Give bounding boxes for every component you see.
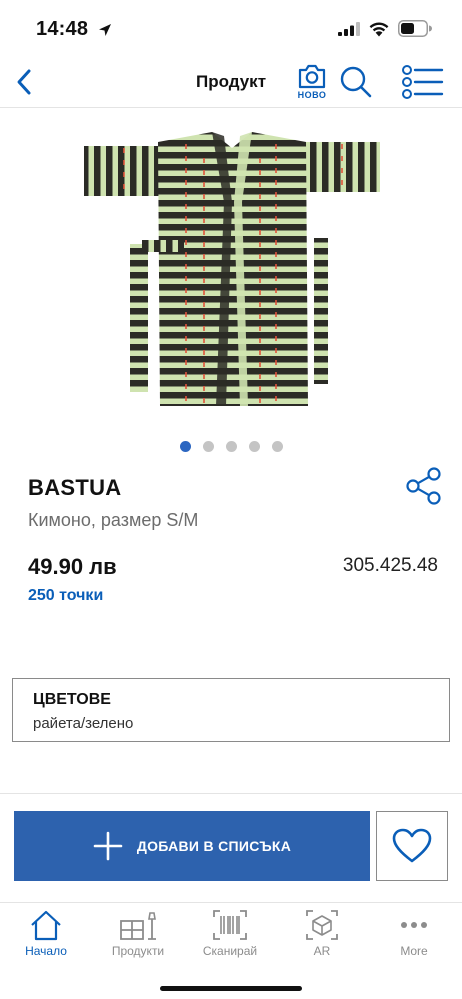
tab-bar: Начало Продукти Сканирай AR More [0,902,462,999]
new-badge: НОВО [297,90,327,100]
add-to-list-button[interactable]: ДОБАВИ В СПИСЪКА [14,811,370,881]
nav-bar: Продукт НОВО [0,56,462,108]
tab-home[interactable]: Начало [0,903,92,967]
more-icon [401,922,427,928]
carousel-dot-4[interactable] [248,441,260,452]
carousel-dot-2[interactable] [202,441,214,452]
carousel-dot-5[interactable] [271,441,283,452]
search-icon [340,66,372,98]
product-image-kimono[interactable] [82,128,382,410]
wifi-icon [369,22,389,37]
divider [0,793,462,794]
tab-ar-label: AR [313,944,331,958]
tab-scan-label: Сканирай [202,944,258,958]
visual-search-button[interactable]: НОВО [294,62,330,102]
cellular-signal-icon [338,22,360,36]
barcode-icon [213,910,247,940]
status-time: 14:48 [36,18,89,40]
status-bar: 14:48 [0,0,462,56]
carousel-dot-3[interactable] [225,441,237,452]
colors-title: ЦВЕТОВЕ [33,691,111,708]
tab-more[interactable]: More [368,903,460,967]
tab-home-label: Начало [25,944,67,958]
list-icon [402,65,444,99]
carousel-dot-1[interactable] [179,441,191,452]
favourite-button[interactable] [376,811,448,881]
camera-icon [298,64,326,89]
search-button[interactable] [338,64,374,100]
share-icon [406,467,441,505]
carousel-dots [0,441,462,453]
color-selector[interactable]: ЦВЕТОВЕ райета/зелено [12,678,450,742]
article-number: 305.425.48 [342,555,438,576]
location-arrow-icon [99,24,111,36]
add-to-list-label: ДОБАВИ В СПИСЪКА [136,838,292,854]
plus-icon [93,831,123,861]
colors-value: райета/зелено [33,715,134,732]
product-price: 49.90 лв [28,554,117,579]
product-description: Кимоно, размер S/M [28,510,199,530]
tab-products[interactable]: Продукти [92,903,184,967]
tab-products-label: Продукти [111,944,165,958]
product-name: BASTUA [28,475,122,500]
loyalty-points: 250 точки [28,587,104,604]
page-title: Продукт [0,72,462,92]
furniture-icon [120,912,156,940]
page-title-text: Продукт [195,72,267,91]
shopping-list-button[interactable] [398,64,446,100]
tab-ar[interactable]: AR [276,903,368,967]
battery-icon [398,20,432,37]
tab-scan[interactable]: Сканирай [184,903,276,967]
home-indicator [160,986,302,991]
ar-icon [306,910,338,940]
share-button[interactable] [404,466,444,506]
home-icon [31,910,61,941]
tab-more-label: More [400,944,428,958]
heart-icon [392,828,432,863]
